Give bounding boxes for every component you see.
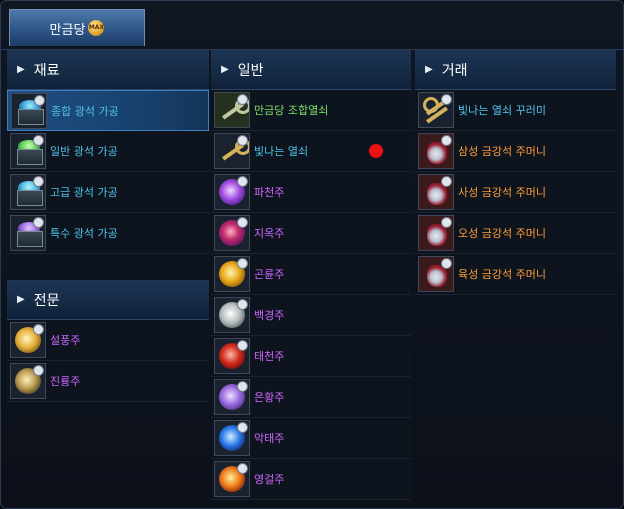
collapse-triangle-icon: ▶ [221, 64, 229, 75]
special-title: 전문 [33, 292, 60, 309]
list-item-ore-special[interactable]: 특수 광석 가공 [7, 213, 209, 254]
general-title: 일반 [237, 62, 264, 79]
material-column: ▶ 재료 종합 광석 가공 일반 광석 가공 고급 광석 가공 특수 광석 가공 [7, 50, 209, 254]
item-label: 사성 금강석 주머니 [458, 186, 546, 199]
list-item-pouch-3[interactable]: 삼성 금강석 주머니 [415, 131, 616, 172]
notification-dot-icon [369, 144, 383, 158]
orb-icon [214, 297, 250, 333]
ore-cart-icon [10, 133, 46, 169]
max-badge-icon: MAX [88, 20, 105, 36]
list-item-shining-key[interactable]: 빛나는 열쇠 [211, 131, 411, 172]
item-label: 영걸주 [254, 473, 285, 486]
list-item-seolpung[interactable]: 설풍주 [7, 320, 209, 361]
collapse-triangle-icon: ▶ [17, 64, 25, 75]
tab-bar: 만금당 MAX [1, 1, 623, 50]
key-bundle-icon [418, 92, 454, 128]
collapse-triangle-icon: ▶ [17, 294, 25, 305]
list-item-yeonggeol[interactable]: 영걸주 [211, 459, 411, 500]
orb-icon [10, 322, 46, 358]
pouch-icon [418, 256, 454, 292]
item-label: 설풍주 [50, 334, 81, 347]
list-item-eunhwang[interactable]: 은황주 [211, 377, 411, 418]
list-item-baekgyeong[interactable]: 백경주 [211, 295, 411, 336]
item-label: 지옥주 [254, 227, 285, 240]
item-label: 만금당 조합열쇠 [254, 104, 329, 117]
item-label: 고급 광석 가공 [50, 186, 118, 199]
item-label: 특수 광석 가공 [50, 227, 118, 240]
tab-mangeumdang[interactable]: 만금당 MAX [9, 9, 145, 46]
ore-cart-icon [11, 92, 47, 129]
item-label: 백경주 [254, 309, 285, 322]
list-item-aktae[interactable]: 악태주 [211, 418, 411, 459]
collapse-triangle-icon: ▶ [425, 64, 433, 75]
orb-icon [214, 420, 250, 456]
item-label: 곤륜주 [254, 268, 285, 281]
item-label: 진룡주 [50, 375, 81, 388]
list-item-jinryong[interactable]: 진룡주 [7, 361, 209, 402]
item-label: 태천주 [254, 350, 285, 363]
list-item-combo-key[interactable]: 만금당 조합열쇠 [211, 90, 411, 131]
list-item-pouch-5[interactable]: 오성 금강석 주머니 [415, 213, 616, 254]
general-column: ▶ 일반 만금당 조합열쇠 빛나는 열쇠 파천주 지옥주 곤륜주 백경주 태천주… [211, 50, 411, 500]
list-item-ore-advanced[interactable]: 고급 광석 가공 [7, 172, 209, 213]
list-item-pouch-6[interactable]: 육성 금강석 주머니 [415, 254, 616, 295]
trade-header[interactable]: ▶ 거래 [415, 50, 616, 90]
crafting-window: 만금당 MAX ▶ 재료 종합 광석 가공 일반 광석 가공 고급 광석 가공 … [0, 0, 624, 509]
item-label: 오성 금강석 주머니 [458, 227, 546, 240]
orb-icon [214, 215, 250, 251]
orb-icon [214, 461, 250, 497]
list-item-jiok[interactable]: 지옥주 [211, 213, 411, 254]
key-icon [214, 92, 250, 128]
list-item-pacheon[interactable]: 파천주 [211, 172, 411, 213]
item-label: 은황주 [254, 391, 285, 404]
list-item-ore-general[interactable]: 종합 광석 가공 [7, 90, 209, 131]
special-column: ▶ 전문 설풍주 진룡주 [7, 280, 209, 402]
tab-label: 만금당 [49, 22, 86, 38]
general-header[interactable]: ▶ 일반 [211, 50, 411, 90]
orb-icon [214, 338, 250, 374]
material-header[interactable]: ▶ 재료 [7, 50, 209, 90]
item-label: 종합 광석 가공 [51, 104, 119, 118]
list-item-pouch-4[interactable]: 사성 금강석 주머니 [415, 172, 616, 213]
orb-icon [10, 363, 46, 399]
list-item-key-bundle[interactable]: 빛나는 열쇠 꾸러미 [415, 90, 616, 131]
trade-title: 거래 [441, 62, 468, 79]
material-title: 재료 [33, 62, 60, 79]
item-label: 일반 광석 가공 [50, 145, 118, 158]
key-icon [214, 133, 250, 169]
special-header[interactable]: ▶ 전문 [7, 280, 209, 320]
list-item-taecheon[interactable]: 태천주 [211, 336, 411, 377]
pouch-icon [418, 133, 454, 169]
pouch-icon [418, 174, 454, 210]
item-label: 악태주 [254, 432, 285, 445]
trade-column: ▶ 거래 빛나는 열쇠 꾸러미 삼성 금강석 주머니 사성 금강석 주머니 오성… [415, 50, 616, 295]
ore-cart-icon [10, 215, 46, 251]
pouch-icon [418, 215, 454, 251]
list-item-ore-normal[interactable]: 일반 광석 가공 [7, 131, 209, 172]
item-label: 파천주 [254, 186, 285, 199]
item-label: 빛나는 열쇠 [254, 145, 309, 158]
item-label: 빛나는 열쇠 꾸러미 [458, 104, 546, 117]
list-item-gonryun[interactable]: 곤륜주 [211, 254, 411, 295]
orb-icon [214, 174, 250, 210]
item-label: 육성 금강석 주머니 [458, 268, 546, 281]
ore-cart-icon [10, 174, 46, 210]
item-label: 삼성 금강석 주머니 [458, 145, 546, 158]
orb-icon [214, 256, 250, 292]
orb-icon [214, 379, 250, 415]
